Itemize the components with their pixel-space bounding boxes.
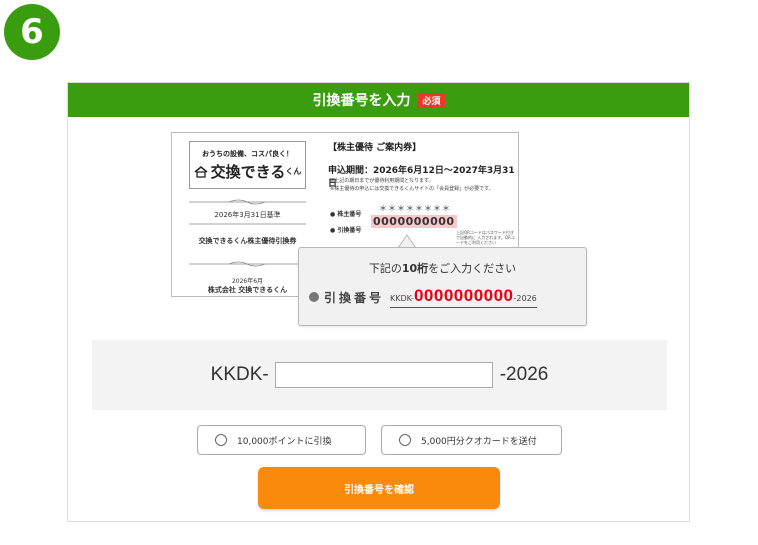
certificate-title: 【株主優待 ご案内券】 <box>328 143 422 153</box>
shareholder-number-label: ● 株主番号 <box>330 211 362 218</box>
panel-header: 引換番号を入力 必須 <box>68 83 689 117</box>
exchange-number-panel: 引換番号を入力 必須 おうちの設備、コスパ良く！ 交換できる くん 2026年3月… <box>67 82 690 522</box>
certificate-date-basis: 2026年3月31日基準 <box>214 211 281 219</box>
issuer-name: 株式会社 交換できるくん <box>207 286 288 294</box>
bullet-icon <box>309 292 319 302</box>
code-prefix-label: KKDK- <box>210 364 269 385</box>
qr-note: 上記QRコードはパスワード付きで自動的に 入力されます。QRコードをご利用くださ… <box>456 230 515 245</box>
panel-title: 引換番号を入力 <box>312 93 411 109</box>
tooltip-pointer <box>398 234 416 248</box>
tooltip-number-example: KKDK- 0000000000 -2026 <box>390 286 537 308</box>
logo-tagline: おうちの設備、コスパ良く！ <box>202 150 293 158</box>
radio-circle-icon[interactable] <box>399 434 411 446</box>
shareholder-number-masked: ＊＊＊＊＊＊＊＊ <box>379 204 451 213</box>
radio-circle-icon[interactable] <box>215 434 227 446</box>
voucher-name: 交換できるくん株主優待引換券 <box>198 236 297 245</box>
exchange-number-label: ● 引換番号 <box>330 227 362 234</box>
step-number-badge: 6 <box>4 4 60 60</box>
option-quocard-radio[interactable]: 5,000円分クオカードを送付 <box>381 425 562 455</box>
ornament-divider-icon <box>189 261 306 267</box>
logo-name: 交換できる <box>210 163 286 181</box>
period-note: ※上記の期日までが優待利用期間となります。 <box>330 178 434 184</box>
exchange-number-tooltip: 下記の10桁をご入力ください 引換番号 KKDK- 0000000000 -20… <box>298 247 587 326</box>
required-badge: 必須 <box>418 92 445 108</box>
exchange-number-input[interactable] <box>274 362 493 388</box>
confirm-exchange-number-button[interactable]: 引換番号を確認 <box>258 467 500 509</box>
tooltip-prefix: KKDK- <box>390 294 414 303</box>
tooltip-suffix: -2026 <box>513 294 537 303</box>
issue-date: 2026年6月 <box>231 278 264 285</box>
option-points-label: 10,000ポイントに引換 <box>237 436 332 447</box>
option-points-radio[interactable]: 10,000ポイントに引換 <box>197 425 366 455</box>
code-suffix-label: -2026 <box>499 364 549 385</box>
ornament-divider-icon <box>189 223 306 225</box>
registration-note: ※株主優待の申込には交換できるくんサイトの「会員登録」が必要です。 <box>330 186 494 192</box>
exchange-number-input-area: KKDK- -2026 <box>92 340 667 410</box>
company-logo: おうちの設備、コスパ良く！ 交換できる くん <box>189 141 306 189</box>
tooltip-instruction: 下記の10桁をご入力ください <box>368 262 517 275</box>
tooltip-label: 引換番号 <box>324 290 385 305</box>
ornament-divider-icon <box>189 199 306 205</box>
exchange-number-highlight: 0000000000 <box>371 215 457 228</box>
option-quocard-label: 5,000円分クオカードを送付 <box>421 436 537 447</box>
tooltip-number: 0000000000 <box>413 286 514 305</box>
logo-suffix: くん <box>285 167 302 176</box>
house-icon <box>194 165 208 178</box>
